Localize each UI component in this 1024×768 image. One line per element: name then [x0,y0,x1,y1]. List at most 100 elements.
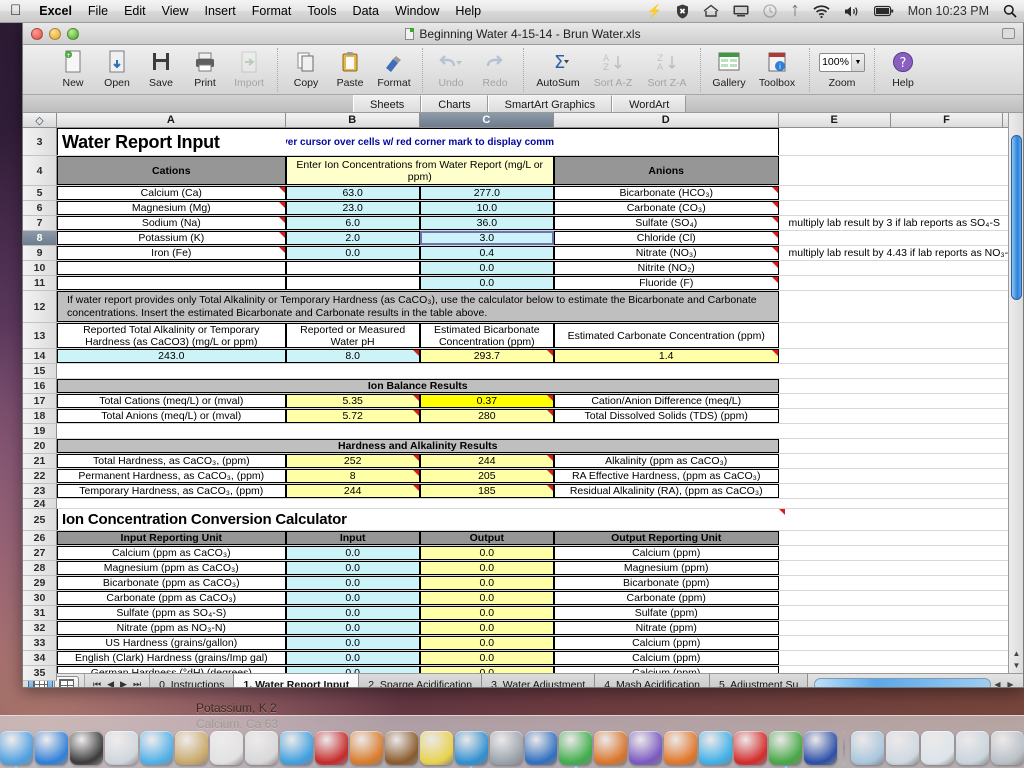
conv-output-33[interactable]: 0.0 [419,636,554,650]
cell-a11[interactable] [57,276,286,290]
bluetooth-icon[interactable]: ᛏ [784,0,806,23]
cell-b7[interactable]: 6.0 [285,216,420,230]
format-button[interactable]: Format [372,48,416,92]
row-header-28[interactable]: 28 [23,561,57,576]
alk-bicarbonate-output[interactable]: 293.7 [419,349,554,363]
prev-sheet-icon[interactable]: ◀ [107,679,114,687]
result-b22[interactable]: 8 [285,469,420,483]
cell-d5[interactable]: Bicarbonate (HCO₃) [553,186,779,200]
conv-output-31[interactable]: 0.0 [419,606,554,620]
window-controls[interactable] [23,27,79,40]
gallery-button[interactable]: Gallery [707,48,751,92]
dock-icon-iphoto[interactable] [244,731,278,765]
dock-icon-w-app[interactable] [804,731,838,765]
cell-d7[interactable]: Sulfate (SO₄) [553,216,779,230]
scroll-left-arrow[interactable]: ◀ [991,680,1004,687]
paste-button[interactable]: Paste [328,48,372,92]
cell-c6[interactable]: 10.0 [419,201,554,215]
conv-output-27[interactable]: 0.0 [419,546,554,560]
menu-item-edit[interactable]: Edit [116,0,154,23]
dock-icon-keynote[interactable] [314,731,348,765]
clock-icon[interactable] [756,0,784,23]
zoom-value-box[interactable]: 100% ▼ [819,52,865,72]
result-c17[interactable]: 0.37 [419,394,554,408]
result-c18[interactable]: 280 [419,409,554,423]
row-header-30[interactable]: 30 [23,591,57,606]
dock-icon-preview[interactable] [489,731,523,765]
row-header-16[interactable]: 16 [23,379,57,394]
cell-c11[interactable]: 0.0 [419,276,554,290]
copy-button[interactable]: Copy [284,48,328,92]
print-button[interactable]: Print [183,48,227,92]
menu-item-file[interactable]: File [80,0,116,23]
cell-a7[interactable]: Sodium (Na) [57,216,286,230]
row-header-27[interactable]: 27 [23,546,57,561]
conv-output-35[interactable]: 0.0 [419,666,554,673]
cell-e7[interactable]: multiply lab result by 3 if lab reports … [779,216,1023,230]
conv-output-29[interactable]: 0.0 [419,576,554,590]
result-c22[interactable]: 205 [419,469,554,483]
alk-ph-input[interactable]: 8.0 [285,349,420,363]
zoom-button[interactable] [67,27,79,40]
sheet-tab-5[interactable]: 5. Adjustment Su [710,674,809,687]
cell-c7[interactable]: 36.0 [419,216,554,230]
row-header-12[interactable]: 12 [23,291,57,323]
home-icon[interactable] [696,0,726,23]
dock-icon-facetime[interactable] [139,731,173,765]
dock-icon-garageband[interactable] [384,731,418,765]
dock-icon-address-book[interactable] [174,731,208,765]
column-header-d[interactable]: D [553,113,779,128]
dock-icon-mail[interactable] [104,731,138,765]
column-header-b[interactable]: B [285,113,420,128]
toolbox-button[interactable]: i Toolbox [751,48,803,92]
last-sheet-icon[interactable]: ⏭ [133,679,141,687]
menu-item-data[interactable]: Data [345,0,387,23]
elements-tab-sheets[interactable]: Sheets [353,95,422,112]
conv-output-32[interactable]: 0.0 [419,621,554,635]
row-header-3[interactable]: 3 [23,128,57,156]
cell-b5[interactable]: 63.0 [285,186,420,200]
row-header-18[interactable]: 18 [23,409,57,424]
alk-total-alkalinity-input[interactable]: 243.0 [57,349,286,363]
redo-button[interactable]: Redo [473,48,517,92]
dock-icon-chrome[interactable] [769,731,803,768]
minimize-button[interactable] [49,27,61,40]
volume-icon[interactable] [837,0,867,23]
cell-a8[interactable]: Potassium (K) [57,231,286,245]
spotlight-search-icon[interactable] [996,0,1024,23]
row-header-10[interactable]: 10 [23,261,57,276]
save-button[interactable]: Save [139,48,183,92]
tab-scroll-area[interactable]: ◀ ▶ [808,674,1023,687]
cell-c5[interactable]: 277.0 [419,186,554,200]
dock-icon-app-store[interactable] [34,731,68,765]
dock-icon-finder[interactable] [0,731,33,768]
row-header-11[interactable]: 11 [23,276,57,291]
zoom-control[interactable]: 100% ▼ Zoom [816,48,868,92]
scroll-right-arrow[interactable]: ▶ [1004,680,1017,687]
row-header-31[interactable]: 31 [23,606,57,621]
conv-output-34[interactable]: 0.0 [419,651,554,665]
dock-icon-excel[interactable] [559,731,593,768]
menu-item-tools[interactable]: Tools [299,0,344,23]
dock-icon-stack-1[interactable] [921,731,955,765]
scroll-down-arrow[interactable]: ▼ [1011,661,1022,672]
dock-icon-powerpoint[interactable] [594,731,628,765]
cell-e5[interactable] [779,186,1023,200]
conv-output-28[interactable]: 0.0 [419,561,554,575]
conv-output-30[interactable]: 0.0 [419,591,554,605]
select-all-corner[interactable]: ◇ [23,113,57,128]
row-header-20[interactable]: 20 [23,439,57,454]
battery-icon[interactable] [867,0,901,23]
result-b18[interactable]: 5.72 [285,409,420,423]
menu-item-insert[interactable]: Insert [197,0,244,23]
conv-input-32[interactable]: 0.0 [285,621,420,635]
dock-icon-stack-2[interactable] [956,731,990,765]
row-header-6[interactable]: 6 [23,201,57,216]
result-b17[interactable]: 5.35 [285,394,420,408]
vertical-scrollbar[interactable]: ▲ ▼ [1008,113,1023,673]
cell-a9[interactable]: Iron (Fe) [57,246,286,260]
row-header-24[interactable]: 24 [23,498,57,510]
dock-icon-itunes[interactable] [279,731,313,765]
menu-item-view[interactable]: View [154,0,197,23]
cell-b10[interactable] [285,261,420,275]
